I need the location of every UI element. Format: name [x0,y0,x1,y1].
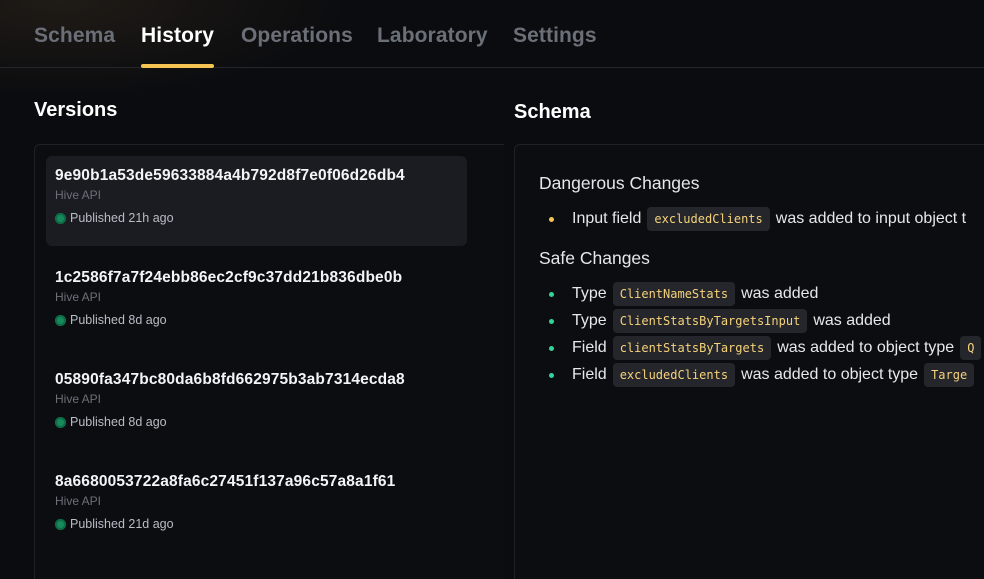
change-code: ClientStatsByTargetsInput [612,309,808,333]
version-status-label: Published 21d ago [70,517,174,531]
version-target: Hive API [55,188,102,202]
change-description: was added to input object t [775,210,967,227]
warning-bullet-icon [549,216,554,222]
published-status-icon [55,416,66,428]
change-code: ClientNameStats [612,282,736,306]
version-item[interactable]: 9e90b1a53de59633884a4b792d8f7e0f06d26db4… [46,156,467,246]
top-tabs: Schema History Operations Laboratory Set… [0,0,984,68]
version-status-label: Published 8d ago [70,415,167,429]
version-status-label: Published 21h ago [70,211,174,225]
schema-changes-panel: Dangerous Changes Input field excludedCl… [514,144,984,579]
change-description: was added [813,312,891,329]
tab-schema[interactable]: Schema [34,24,115,68]
safe-change-item: Type ClientStatsByTargetsInput was added [549,308,891,334]
safe-bullet-icon [549,318,554,324]
version-item[interactable]: 05890fa347bc80da6b8fd662975b3ab7314ecda8… [46,360,467,450]
history-page: Schema History Operations Laboratory Set… [0,0,984,579]
safe-changes-heading: Safe Changes [539,248,650,268]
version-status: Published 8d ago [55,415,467,429]
change-code: excludedClients [612,363,736,387]
change-parent-code: Targe [924,363,975,387]
change-parent-code: Q [960,336,982,360]
version-status: Published 8d ago [55,313,467,327]
version-hash: 8a6680053722a8fa6c27451f137a96c57a8a1f61 [55,473,396,490]
versions-title: Versions [34,99,118,121]
change-kind: Type [572,285,607,302]
tab-laboratory[interactable]: Laboratory [377,24,488,68]
safe-bullet-icon [549,291,554,297]
change-description: was added to object type [777,339,955,356]
safe-bullet-icon [549,372,554,378]
change-kind: Field [572,366,607,383]
version-hash: 1c2586f7a7f24ebb86ec2cf9c37dd21b836dbe0b [55,269,403,286]
version-item[interactable]: 1c2586f7a7f24ebb86ec2cf9c37dd21b836dbe0b… [46,258,467,348]
tab-settings[interactable]: Settings [513,24,597,68]
change-code: clientStatsByTargets [612,336,772,360]
safe-bullet-icon [549,345,554,351]
version-status-label: Published 8d ago [70,313,167,327]
dangerous-change-item: Input field excludedClients was added to… [549,206,966,232]
version-status: Published 21h ago [55,211,467,225]
dangerous-changes-heading: Dangerous Changes [539,173,700,193]
version-target: Hive API [55,494,102,508]
version-target: Hive API [55,392,102,406]
version-status: Published 21d ago [55,517,467,531]
version-hash: 9e90b1a53de59633884a4b792d8f7e0f06d26db4 [55,167,405,184]
version-hash: 05890fa347bc80da6b8fd662975b3ab7314ecda8 [55,371,405,388]
version-target: Hive API [55,290,102,304]
change-code: excludedClients [647,207,770,231]
change-kind: Input field [572,210,642,227]
tab-history[interactable]: History [141,24,215,68]
safe-change-item: Field clientStatsByTargets was added to … [549,335,984,361]
change-description: was added [741,285,819,302]
change-kind: Field [572,339,607,356]
versions-list: 9e90b1a53de59633884a4b792d8f7e0f06d26db4… [34,144,504,579]
change-kind: Type [572,312,607,329]
version-item[interactable]: 8a6680053722a8fa6c27451f137a96c57a8a1f61… [46,462,467,552]
published-status-icon [55,518,66,530]
schema-title: Schema [514,101,591,123]
safe-change-item: Type ClientNameStats was added [549,281,818,307]
change-description: was added to object type [741,366,919,383]
safe-change-item: Field excludedClients was added to objec… [549,362,980,388]
published-status-icon [55,212,66,224]
published-status-icon [55,314,66,326]
tab-operations[interactable]: Operations [241,24,353,68]
